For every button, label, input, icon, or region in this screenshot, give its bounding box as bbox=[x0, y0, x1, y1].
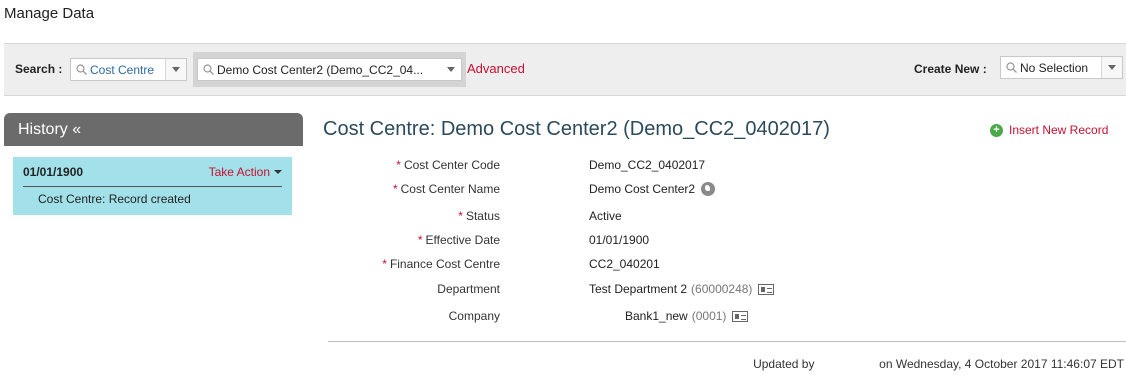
record-search-value: Demo Cost Center2 (Demo_CC2_04... bbox=[217, 62, 424, 77]
create-new-label: Create New : bbox=[914, 62, 987, 76]
create-new-value: No Selection bbox=[1020, 60, 1089, 75]
advanced-search-link[interactable]: Advanced bbox=[467, 61, 525, 76]
field-value: Demo_CC2_0402017 bbox=[589, 158, 706, 172]
field-label: Status bbox=[465, 209, 500, 223]
field-value: 01/01/1900 bbox=[589, 233, 650, 247]
chevron-down-icon[interactable] bbox=[1101, 57, 1122, 78]
chevron-down-icon[interactable] bbox=[441, 59, 461, 80]
search-icon bbox=[1006, 62, 1017, 73]
search-type-value: Cost Centre bbox=[90, 62, 155, 77]
search-icon bbox=[203, 64, 214, 75]
history-entry-note: Cost Centre: Record created bbox=[38, 192, 191, 206]
divider bbox=[328, 341, 1126, 342]
search-label: Search : bbox=[15, 62, 63, 76]
field-status: * Status Active bbox=[323, 209, 923, 227]
field-code: (60000248) bbox=[691, 282, 753, 296]
record-title: Cost Centre: Demo Cost Center2 (Demo_CC2… bbox=[323, 118, 830, 140]
required-marker: * bbox=[396, 158, 401, 172]
insert-new-record-link[interactable]: + Insert New Record bbox=[990, 123, 1108, 137]
required-marker: * bbox=[382, 257, 387, 271]
field-effective-date: * Effective Date 01/01/1900 bbox=[323, 233, 923, 251]
required-marker: * bbox=[392, 182, 398, 196]
updated-suffix: on Wednesday, 4 October 2017 11:46:07 ED… bbox=[879, 357, 1124, 371]
field-label: Effective Date bbox=[425, 233, 500, 247]
field-cost-center-code: * Cost Center Code Demo_CC2_0402017 bbox=[323, 158, 923, 176]
record-search-input[interactable]: Demo Cost Center2 (Demo_CC2_04... bbox=[197, 58, 462, 81]
details-card-icon[interactable] bbox=[732, 310, 749, 322]
page-title: Manage Data bbox=[4, 5, 95, 22]
updated-prefix: Updated by bbox=[753, 357, 815, 371]
search-icon bbox=[76, 64, 87, 75]
field-value: Bank1_new bbox=[625, 309, 688, 323]
insert-new-record-label: Insert New Record bbox=[1009, 123, 1109, 137]
details-card-icon[interactable] bbox=[758, 283, 775, 295]
globe-icon[interactable] bbox=[701, 182, 716, 196]
updated-by-line: Updated by on Wednesday, 4 October 2017 … bbox=[753, 357, 1124, 371]
take-action-label: Take Action bbox=[208, 164, 270, 179]
field-label: Company bbox=[448, 309, 500, 323]
field-label: Department bbox=[437, 282, 500, 296]
field-department: Department Test Department 2 (60000248) bbox=[323, 282, 923, 300]
chevron-down-icon[interactable] bbox=[165, 59, 186, 80]
field-value: Demo Cost Center2 bbox=[589, 182, 696, 196]
field-value: CC2_040201 bbox=[589, 257, 660, 271]
search-type-select[interactable]: Cost Centre bbox=[70, 58, 187, 81]
field-value: Active bbox=[589, 209, 622, 223]
field-finance-cost-centre: * Finance Cost Centre CC2_040201 bbox=[323, 257, 923, 275]
caret-down-icon bbox=[274, 169, 282, 174]
record-search-focus-ring: Demo Cost Center2 (Demo_CC2_04... bbox=[193, 52, 466, 87]
field-label: Cost Center Name bbox=[400, 182, 500, 196]
field-label: Finance Cost Centre bbox=[389, 257, 500, 271]
field-value: Test Department 2 bbox=[589, 282, 688, 296]
history-entry-date[interactable]: 01/01/1900 bbox=[23, 165, 83, 179]
field-code: (0001) bbox=[691, 309, 727, 323]
required-marker: * bbox=[417, 233, 423, 247]
take-action-menu[interactable]: Take Action bbox=[209, 165, 282, 179]
field-cost-center-name: * Cost Center Name Demo Cost Center2 bbox=[323, 182, 923, 200]
create-new-select[interactable]: No Selection bbox=[1000, 56, 1123, 79]
history-entry: 01/01/1900 Take Action Cost Centre: Reco… bbox=[13, 157, 292, 215]
field-label: Cost Center Code bbox=[403, 158, 500, 172]
history-panel: History « 01/01/1900 Take Action Cost Ce… bbox=[4, 113, 303, 215]
search-toolbar: Search : Cost Centre Demo Cost Center2 (… bbox=[4, 43, 1126, 96]
history-header[interactable]: History « bbox=[4, 113, 303, 146]
required-marker: * bbox=[458, 209, 463, 223]
plus-circle-icon: + bbox=[990, 123, 1003, 137]
field-company: Company Bank1_new (0001) bbox=[323, 309, 923, 327]
